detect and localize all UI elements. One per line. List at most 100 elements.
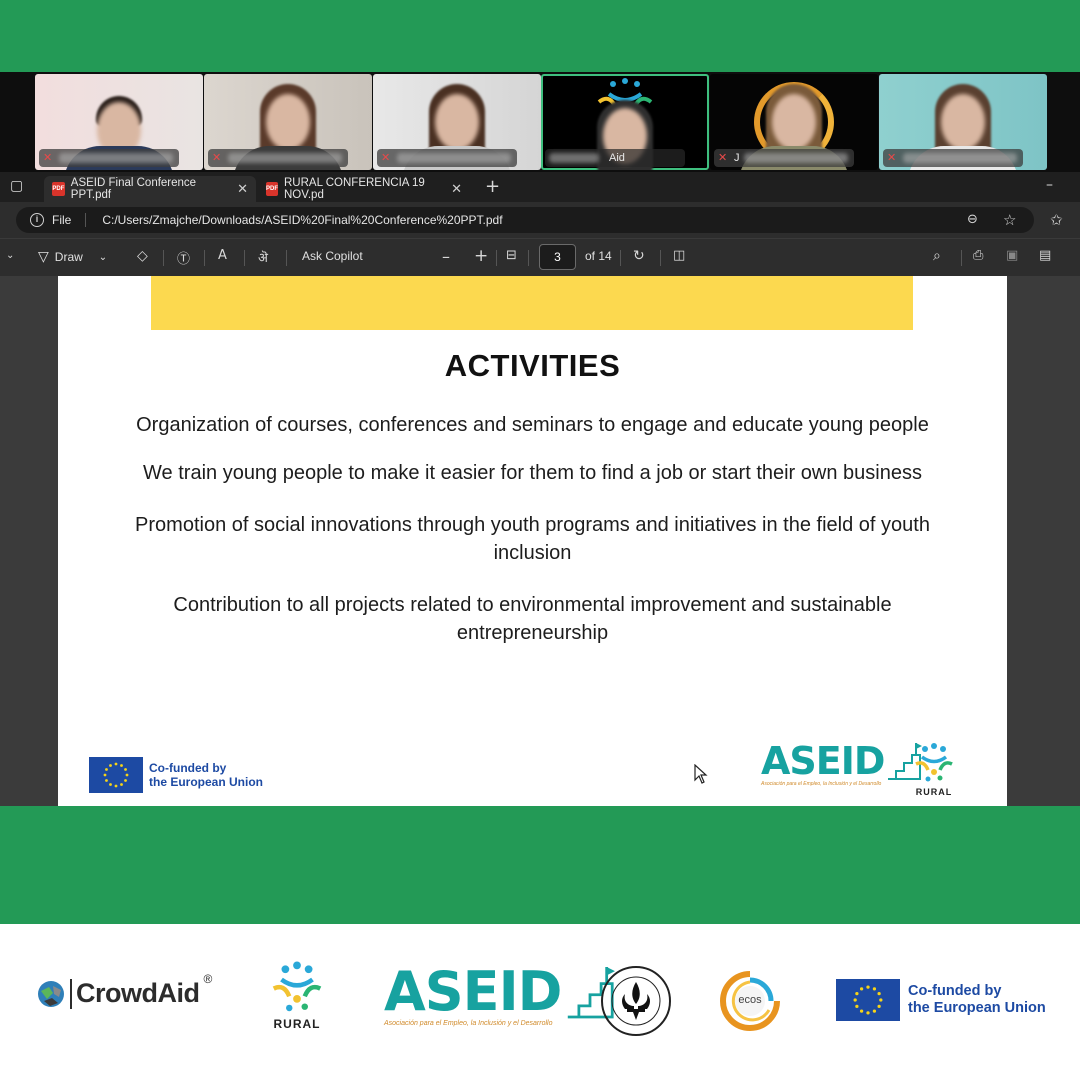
search-icon[interactable]: ⌕ — [933, 248, 941, 264]
participant-tile[interactable]: ✕ — [879, 74, 1047, 170]
minimize-icon[interactable]: – — [1046, 177, 1053, 193]
participant-tile[interactable]: ✕ J — [710, 74, 878, 170]
mic-off-icon: ✕ — [212, 151, 222, 164]
favorites-icon[interactable]: ✩ — [1050, 211, 1063, 229]
green-band-top — [0, 0, 1080, 72]
new-tab-icon[interactable]: + — [485, 176, 500, 197]
eu-star — [866, 985, 870, 989]
mic-off-icon: ✕ — [381, 151, 391, 164]
mic-off-icon: ✕ — [887, 151, 897, 164]
zoom-in-button[interactable]: + — [474, 246, 488, 266]
rural-emblem-icon — [915, 743, 953, 782]
tab-actions-icon[interactable]: ▢ — [10, 178, 23, 194]
rural-emblem-icon — [272, 961, 322, 1012]
fleur-de-lis-icon — [611, 976, 661, 1026]
pdf-page: ACTIVITIES Organization of courses, conf… — [58, 276, 1007, 806]
ask-copilot-button[interactable]: Ask Copilot — [302, 249, 363, 263]
participant-tile[interactable]: ✕ — [204, 74, 372, 170]
eu-star — [872, 1009, 877, 1013]
url-scheme-label: File — [52, 213, 72, 227]
page: ✕ ✕ ✕ Aid ✕ J ✕ ▢ PDF ASEID Final Confer… — [0, 0, 1080, 1080]
close-icon[interactable]: ✕ — [237, 181, 248, 197]
eu-star — [859, 987, 864, 991]
eu-star — [103, 773, 107, 777]
partner-logos-footer: CrowdAid ® RURAL ASEID Asociación para e… — [0, 924, 1080, 1080]
slide-header-bar — [151, 276, 913, 330]
url-field[interactable]: i File C:/Users/Zmajche/Downloads/ASEID%… — [16, 207, 1034, 233]
text-box-icon[interactable]: Ⓣ — [177, 248, 190, 267]
close-icon[interactable]: ✕ — [451, 181, 462, 197]
participant-nametag: ✕ — [377, 149, 517, 167]
pdf-viewer[interactable]: ACTIVITIES Organization of courses, conf… — [0, 276, 1080, 806]
aseid-logo: ASEID Asociación para el Empleo, la Incl… — [384, 964, 615, 1027]
rotate-icon[interactable]: ↻ — [633, 248, 645, 264]
participant-nametag: ✕ — [883, 149, 1023, 167]
eu-star — [872, 987, 877, 991]
url-text: C:/Users/Zmajche/Downloads/ASEID%20Final… — [102, 213, 503, 227]
page-view-icon[interactable]: ◫ — [673, 248, 685, 263]
read-aloud-icon[interactable]: A — [218, 248, 227, 263]
eu-star — [855, 991, 859, 996]
chevron-down-icon[interactable]: ⌄ — [6, 250, 14, 261]
save-as-icon[interactable]: ▤ — [1039, 248, 1051, 263]
participant-nametag: ✕ — [39, 149, 179, 167]
chevron-down-icon: ⌄ — [98, 251, 108, 263]
participants-strip: ✕ ✕ ✕ Aid ✕ J ✕ — [0, 72, 1080, 172]
print-icon[interactable]: ⎙ — [973, 248, 983, 263]
ecos-logo: ecos — [719, 970, 781, 1032]
eu-star — [109, 764, 112, 767]
page-number-input[interactable]: 3 — [539, 244, 576, 270]
participant-nametag: ✕ — [208, 149, 348, 167]
draw-button[interactable]: ▽ Draw ⌄ — [38, 249, 107, 265]
tab-label: RURAL CONFERENCIA 19 NOV.pd — [284, 177, 425, 201]
rural-logo: RURAL — [910, 742, 958, 797]
browser-tab-bar: ▢ PDF ASEID Final Conference PPT.pdf ✕ P… — [0, 172, 1080, 202]
participant-tile[interactable]: ✕ — [373, 74, 541, 170]
eu-star — [877, 991, 881, 996]
eu-star — [105, 768, 108, 771]
eu-star — [866, 1011, 870, 1015]
zoom-out-button[interactable]: – — [442, 247, 450, 266]
eu-star — [120, 764, 123, 767]
participant-nametag: Aid — [545, 149, 685, 167]
eraser-icon[interactable]: ◇ — [137, 248, 148, 264]
eu-star — [859, 1009, 864, 1013]
eu-star — [109, 783, 112, 786]
crowdaid-logo: CrowdAid ® — [36, 972, 212, 1009]
tab-rural-pdf[interactable]: PDF RURAL CONFERENCIA 19 NOV.pd ✕ — [258, 176, 470, 202]
eu-cofunded-logo: Co-funded by the European Union — [836, 979, 1046, 1021]
favorite-star-icon[interactable]: ☆ — [1003, 211, 1016, 229]
tab-label: ASEID Final Conference PPT.pdf — [70, 177, 197, 201]
slide-bullet: We train young people to make it easier … — [143, 462, 922, 484]
eu-star — [114, 762, 118, 766]
pdf-file-icon: PDF — [266, 182, 278, 196]
fit-page-icon[interactable]: ⊟ — [506, 248, 517, 263]
participant-tile-active[interactable]: Aid — [541, 74, 709, 170]
page-total: of 14 — [585, 249, 612, 263]
zoom-out-icon[interactable]: ⊖ — [967, 212, 978, 227]
scout-society-logo — [601, 966, 671, 1036]
participant-nametag: ✕ J — [714, 149, 854, 167]
tab-aseid-pdf[interactable]: PDF ASEID Final Conference PPT.pdf ✕ — [44, 176, 256, 202]
mouse-cursor-icon — [694, 764, 708, 784]
eu-flag-icon — [836, 979, 900, 1021]
eu-star — [120, 783, 123, 786]
participant-tile[interactable]: ✕ — [35, 74, 203, 170]
translate-icon[interactable]: ऄ — [258, 248, 268, 266]
eu-star — [853, 998, 857, 1002]
pdf-file-icon: PDF — [52, 182, 65, 196]
eu-star — [125, 773, 129, 777]
mic-off-icon: ✕ — [718, 151, 728, 164]
eu-star — [105, 779, 108, 782]
slide-bullet: Organization of courses, conferences and… — [136, 414, 929, 436]
eu-star — [124, 779, 127, 782]
draw-icon: ▽ — [38, 249, 49, 265]
slide-bullet: Promotion of social innovations through … — [135, 514, 930, 564]
eu-star — [855, 1004, 859, 1009]
rural-logo: RURAL — [266, 960, 328, 1031]
eu-star — [124, 768, 127, 771]
save-icon[interactable]: ▣ — [1006, 248, 1018, 263]
info-icon[interactable]: i — [30, 213, 44, 227]
green-band-bottom — [0, 806, 1080, 924]
slide-title: ACTIVITIES — [444, 348, 621, 383]
